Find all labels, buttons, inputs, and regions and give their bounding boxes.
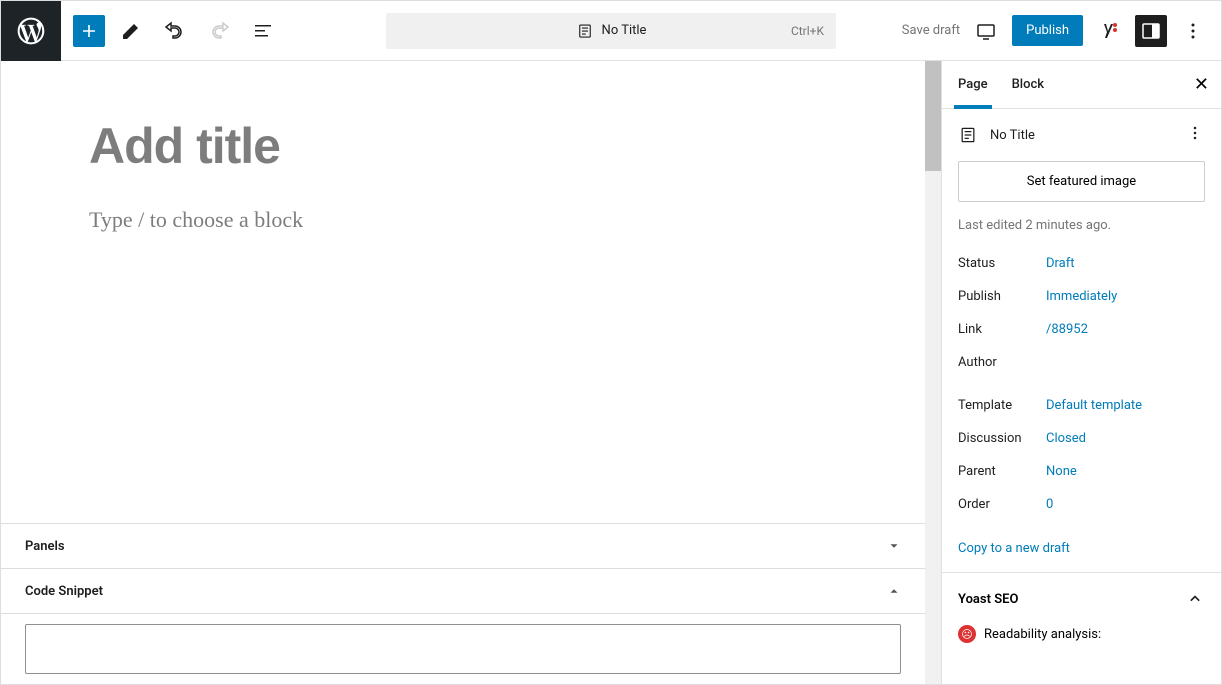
page-icon [958, 125, 978, 145]
row-order[interactable]: Order0 [942, 488, 1221, 521]
block-placeholder[interactable]: Type / to choose a block [89, 207, 853, 233]
chevron-up-icon [1185, 589, 1205, 609]
wordpress-logo[interactable] [1, 1, 61, 61]
edit-tool-icon[interactable] [113, 13, 149, 49]
yoast-icon[interactable] [1093, 15, 1125, 47]
document-title-text: No Title [602, 23, 647, 38]
sidebar-tabs: Page Block ✕ [942, 61, 1221, 109]
row-status[interactable]: StatusDraft [942, 247, 1221, 280]
row-template[interactable]: TemplateDefault template [942, 389, 1221, 422]
copy-to-draft[interactable]: Copy to a new draft [942, 521, 1221, 572]
yoast-seo-panel[interactable]: Yoast SEO [942, 572, 1221, 625]
options-menu-icon[interactable] [1177, 15, 1209, 47]
topbar-actions: Save draft Publish [902, 15, 1221, 47]
editor-topbar: No Title Ctrl+K Save draft Publish [1, 1, 1221, 61]
sad-face-icon: ☹ [958, 625, 976, 643]
tab-page[interactable]: Page [958, 61, 988, 108]
settings-sidebar: Page Block ✕ No Title Set featured image… [941, 61, 1221, 684]
code-snippet-toggle[interactable]: Code Snippet [1, 569, 925, 614]
editor-canvas[interactable]: Add title Type / to choose a block [1, 61, 941, 233]
panels-label: Panels [25, 539, 65, 554]
save-draft-button[interactable]: Save draft [902, 23, 960, 38]
bottom-panels: Panels Code Snippet [1, 523, 925, 684]
editor-scrollbar[interactable] [925, 61, 941, 684]
chevron-down-icon [887, 539, 901, 553]
undo-icon[interactable] [157, 13, 193, 49]
settings-panel-toggle-icon[interactable] [1135, 15, 1167, 47]
sidebar-content: No Title Set featured image Last edited … [942, 109, 1221, 684]
editor-canvas-area: Add title Type / to choose a block Panel… [1, 61, 941, 684]
row-parent[interactable]: ParentNone [942, 455, 1221, 488]
row-discussion[interactable]: DiscussionClosed [942, 422, 1221, 455]
scrollbar-thumb[interactable] [925, 61, 941, 171]
row-link[interactable]: Link/88952 [942, 313, 1221, 346]
title-input-placeholder[interactable]: Add title [89, 117, 853, 175]
code-snippet-label: Code Snippet [25, 584, 103, 599]
shortcut-hint: Ctrl+K [791, 24, 824, 38]
sidebar-doc-row: No Title [942, 109, 1221, 161]
topbar-tools [105, 13, 281, 49]
document-title-bar[interactable]: No Title Ctrl+K [386, 13, 836, 49]
redo-icon[interactable] [201, 13, 237, 49]
set-featured-image-button[interactable]: Set featured image [958, 161, 1205, 202]
document-overview-icon[interactable] [245, 13, 281, 49]
add-block-button[interactable] [73, 15, 105, 47]
doc-actions-icon[interactable] [1185, 123, 1205, 147]
panels-toggle[interactable]: Panels [1, 524, 925, 569]
close-icon[interactable]: ✕ [1194, 74, 1209, 95]
last-edited-text: Last edited 2 minutes ago. [942, 212, 1221, 247]
sidebar-doc-title: No Title [990, 128, 1035, 143]
code-snippet-textarea[interactable] [25, 624, 901, 674]
row-author[interactable]: Author [942, 346, 1221, 379]
tab-block[interactable]: Block [1012, 61, 1044, 108]
publish-button[interactable]: Publish [1012, 15, 1083, 46]
page-icon [576, 22, 594, 40]
row-publish[interactable]: PublishImmediately [942, 280, 1221, 313]
view-preview-icon[interactable] [970, 15, 1002, 47]
main-area: Add title Type / to choose a block Panel… [1, 61, 1221, 684]
chevron-up-icon [887, 584, 901, 598]
readability-row[interactable]: ☹ Readability analysis: [942, 625, 1221, 653]
